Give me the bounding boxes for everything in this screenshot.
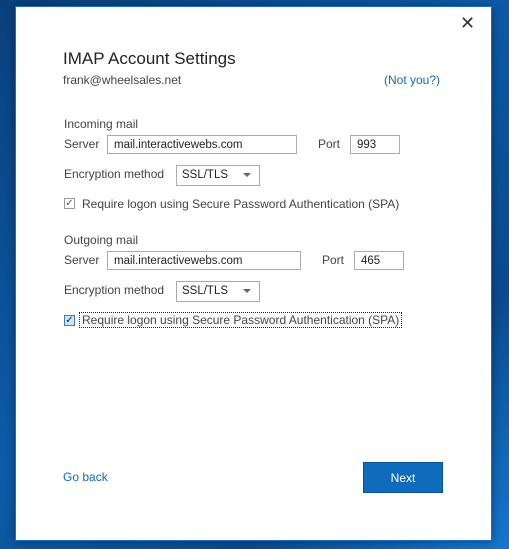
close-icon[interactable]: ✕ xyxy=(460,13,475,34)
incoming-encryption-label: Encryption method xyxy=(64,167,165,181)
incoming-port-label: Port xyxy=(318,137,341,151)
incoming-spa-label[interactable]: Require logon using Secure Password Auth… xyxy=(82,197,399,211)
dialog-title: IMAP Account Settings xyxy=(63,49,236,68)
outgoing-encryption-value: SSL/TLS xyxy=(182,285,229,297)
outgoing-port-label: Port xyxy=(322,253,345,267)
account-email: frank@wheelsales.net xyxy=(63,73,182,87)
outgoing-spa-label[interactable]: Require logon using Secure Password Auth… xyxy=(78,312,403,328)
incoming-port-input[interactable]: 993 xyxy=(350,135,400,154)
go-back-link[interactable]: Go back xyxy=(63,470,108,484)
incoming-server-label: Server xyxy=(64,137,100,151)
next-button[interactable]: Next xyxy=(363,462,443,493)
outgoing-server-input[interactable]: mail.interactivewebs.com xyxy=(107,251,301,270)
check-icon: ✓ xyxy=(65,198,74,209)
outgoing-encryption-label: Encryption method xyxy=(64,283,165,297)
check-icon: ✓ xyxy=(65,315,74,326)
outgoing-encryption-select[interactable]: SSL/TLS xyxy=(176,281,260,302)
incoming-server-input[interactable]: mail.interactivewebs.com xyxy=(107,135,297,154)
outgoing-spa-checkbox[interactable]: ✓ xyxy=(64,315,75,326)
outgoing-server-label: Server xyxy=(64,253,100,267)
outgoing-heading: Outgoing mail xyxy=(64,233,139,247)
not-you-link[interactable]: (Not you?) xyxy=(384,73,440,87)
chevron-down-icon xyxy=(243,173,251,177)
outgoing-port-input[interactable]: 465 xyxy=(354,251,404,270)
incoming-spa-checkbox[interactable]: ✓ xyxy=(64,198,75,209)
imap-settings-dialog: ✕ IMAP Account Settings frank@wheelsales… xyxy=(15,6,492,541)
chevron-down-icon xyxy=(243,289,251,293)
incoming-heading: Incoming mail xyxy=(64,117,139,131)
incoming-encryption-select[interactable]: SSL/TLS xyxy=(176,165,260,186)
incoming-encryption-value: SSL/TLS xyxy=(182,169,229,181)
